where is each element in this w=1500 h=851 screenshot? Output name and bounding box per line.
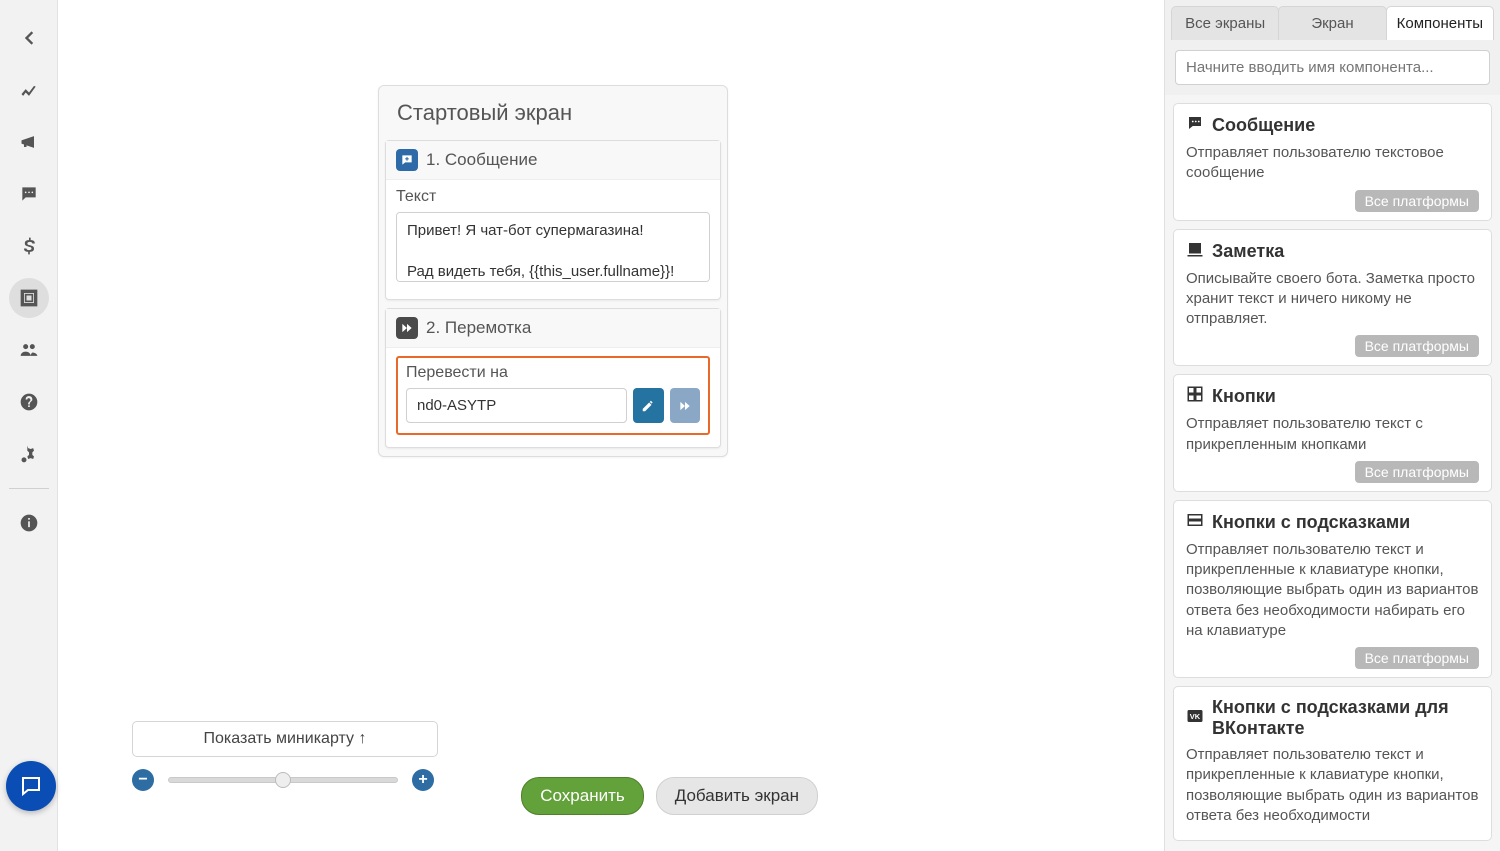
screen-title: Стартовый экран [379,86,727,136]
support-chat-button[interactable] [6,761,56,811]
component-card-title: Сообщение [1186,114,1479,137]
component-message[interactable]: 1. Сообщение Текст [385,140,721,300]
platform-badge: Все платформы [1355,647,1479,669]
message-icon [1186,114,1204,137]
component-card-title-text: Кнопки с подсказками [1212,512,1410,533]
tab-screen[interactable]: Экран [1278,6,1386,40]
nav-help[interactable] [9,382,49,422]
component-card-desc: Отправляет пользователю текст и прикрепл… [1186,745,1479,826]
component-card-desc: Отправляет пользователю текстовое сообще… [1186,143,1479,184]
add-screen-button[interactable]: Добавить экран [656,777,818,815]
component-card-title: VK Кнопки с подсказками для ВКонтакте [1186,697,1479,739]
zoom-controls: − + [132,769,438,791]
component-card-title-text: Сообщение [1212,115,1315,136]
rows-icon [1186,511,1204,534]
vk-icon: VK [1186,707,1204,730]
component-message-body: Текст [386,180,720,299]
zoom-in-button[interactable]: + [412,769,434,791]
layout-icon [19,288,39,308]
component-card[interactable]: Кнопки с подсказками Отправляет пользова… [1173,500,1492,678]
nav-users[interactable] [9,330,49,370]
message-plus-icon [396,149,418,171]
chart-line-icon [19,80,39,100]
component-rewind[interactable]: 2. Перемотка Перевести на [385,308,721,448]
pencil-icon [640,399,656,413]
highlighted-section: Перевести на [396,356,710,435]
component-message-header[interactable]: 1. Сообщение [386,141,720,180]
canvas-controls: Показать миникарту ↑ − + [132,721,438,791]
component-card-title: Кнопки с подсказками [1186,511,1479,534]
component-card-desc: Описывайте своего бота. Заметка просто х… [1186,269,1479,330]
canvas-area[interactable]: Стартовый экран 1. Сообщение Текст 2. Пе… [58,0,1164,851]
users-icon [19,340,39,360]
component-card-title-text: Кнопки [1212,386,1276,407]
component-card[interactable]: Кнопки Отправляет пользователю текст с п… [1173,374,1492,492]
component-rewind-header[interactable]: 2. Перемотка [386,309,720,348]
component-card[interactable]: Сообщение Отправляет пользователю тексто… [1173,103,1492,221]
component-search-input[interactable] [1175,50,1490,85]
component-list[interactable]: Сообщение Отправляет пользователю тексто… [1165,95,1500,851]
arrow-left-icon [19,28,39,48]
component-rewind-body: Перевести на [386,348,720,447]
nav-analytics[interactable] [9,70,49,110]
grid-icon [1186,385,1204,408]
right-panel: Все экраны Экран Компоненты Сообщение От… [1164,0,1500,851]
chat-icon [19,184,39,204]
transfer-target-input[interactable] [406,388,627,423]
nav-back[interactable] [9,18,49,58]
component-card-title: Кнопки [1186,385,1479,408]
zoom-slider[interactable] [168,777,398,783]
platform-badge: Все платформы [1355,335,1479,357]
left-sidebar [0,0,58,851]
forward-icon [677,399,693,413]
nav-design[interactable] [9,278,49,318]
component-card-title-text: Заметка [1212,241,1284,262]
component-card-desc: Отправляет пользователю текст и прикрепл… [1186,540,1479,641]
component-card-title: Заметка [1186,240,1479,263]
speech-bubble-icon [19,774,43,798]
nav-settings[interactable] [9,434,49,474]
info-icon [19,513,39,533]
nav-billing[interactable] [9,226,49,266]
component-rewind-header-label: 2. Перемотка [426,318,531,338]
save-button[interactable]: Сохранить [521,777,643,815]
note-icon [1186,240,1204,263]
gears-icon [19,444,39,464]
zoom-out-button[interactable]: − [132,769,154,791]
component-card-desc: Отправляет пользователю текст с прикрепл… [1186,414,1479,455]
screen-card[interactable]: Стартовый экран 1. Сообщение Текст 2. Пе… [378,85,728,457]
component-card-title-text: Кнопки с подсказками для ВКонтакте [1212,697,1479,739]
edit-target-button[interactable] [633,388,664,423]
screen-actions: Сохранить Добавить экран [521,777,818,815]
component-message-header-label: 1. Сообщение [426,150,537,170]
tab-components[interactable]: Компоненты [1386,6,1494,40]
nav-info[interactable] [9,503,49,543]
minimap-toggle-button[interactable]: Показать миникарту ↑ [132,721,438,757]
dollar-icon [19,236,39,256]
platform-badge: Все платформы [1355,190,1479,212]
zoom-slider-thumb[interactable] [275,772,291,788]
transfer-label: Перевести на [406,364,700,382]
nav-broadcast[interactable] [9,122,49,162]
panel-tabs: Все экраны Экран Компоненты [1165,0,1500,40]
svg-text:VK: VK [1190,712,1201,721]
megaphone-icon [19,132,39,152]
goto-target-button[interactable] [670,388,701,423]
message-text-input[interactable] [396,212,710,282]
sidebar-divider [9,488,49,489]
component-card[interactable]: Заметка Описывайте своего бота. Заметка … [1173,229,1492,367]
nav-chat[interactable] [9,174,49,214]
component-card[interactable]: VK Кнопки с подсказками для ВКонтакте От… [1173,686,1492,841]
platform-badge: Все платформы [1355,461,1479,483]
fast-forward-icon [396,317,418,339]
tab-all-screens[interactable]: Все экраны [1171,6,1279,40]
help-icon [19,392,39,412]
text-label: Текст [396,188,710,206]
